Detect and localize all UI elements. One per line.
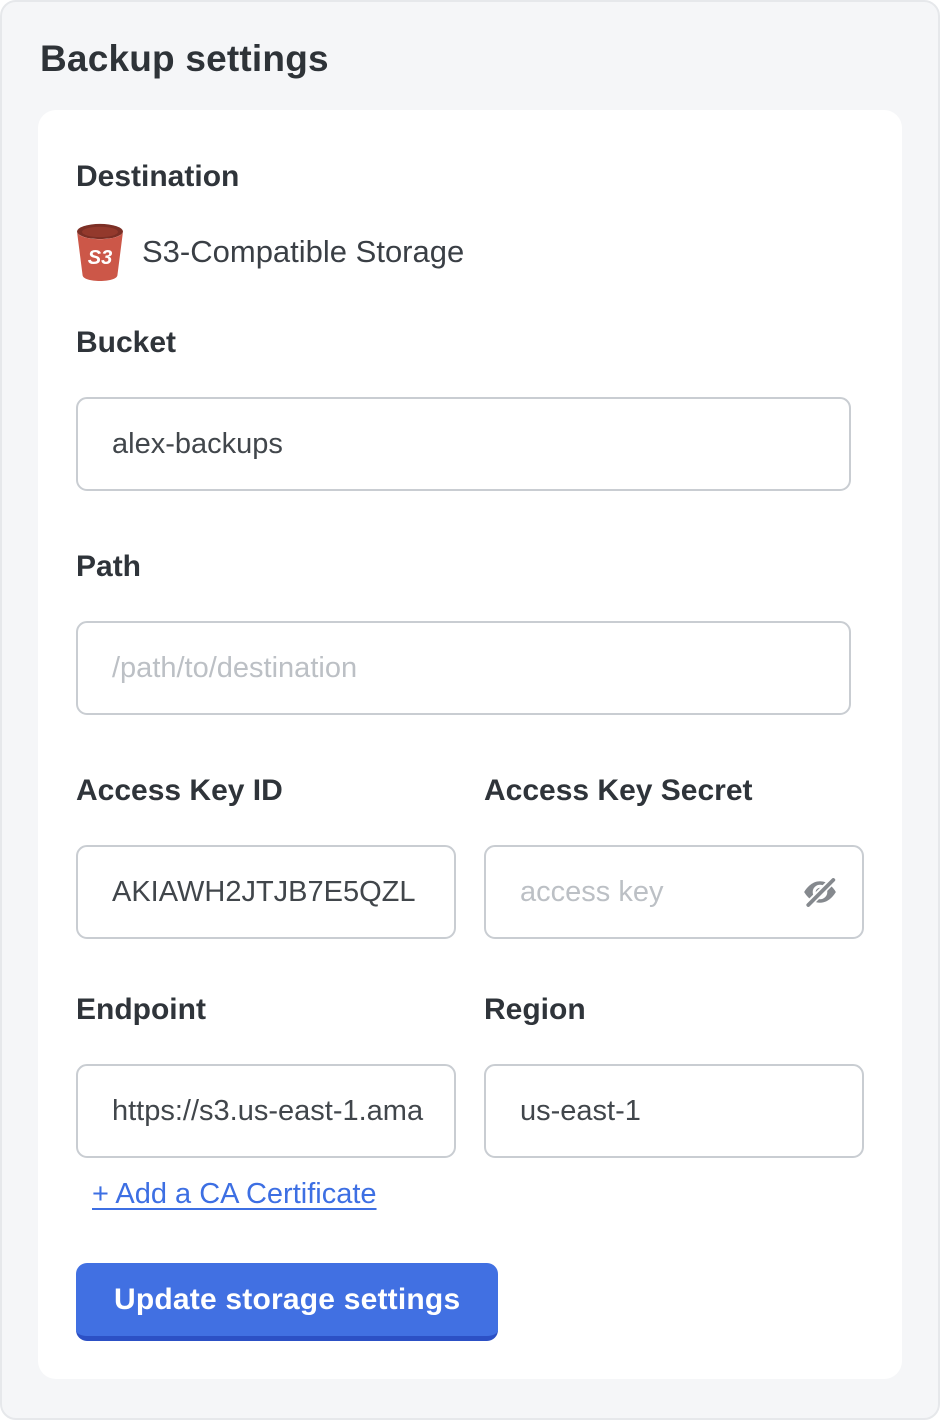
endpoint-region-row: Endpoint Region xyxy=(76,991,862,1158)
path-label: Path xyxy=(76,548,862,586)
access-key-id-input[interactable] xyxy=(76,845,456,939)
add-ca-certificate-link[interactable]: + Add a CA Certificate xyxy=(92,1178,377,1211)
destination-row: S3 S3-Compatible Storage xyxy=(76,222,862,282)
access-key-id-group: Access Key ID xyxy=(76,772,456,939)
eye-off-icon xyxy=(801,873,839,911)
endpoint-input[interactable] xyxy=(76,1064,456,1158)
page-title: Backup settings xyxy=(40,38,902,80)
bucket-field-group: Bucket xyxy=(76,324,862,491)
access-key-secret-wrap xyxy=(484,845,864,939)
access-key-secret-label: Access Key Secret xyxy=(484,772,864,810)
destination-label: Destination xyxy=(76,158,862,196)
backup-settings-page: Backup settings Destination S3 S3-Compat… xyxy=(0,0,940,1420)
region-input[interactable] xyxy=(484,1064,864,1158)
access-key-secret-group: Access Key Secret xyxy=(484,772,864,939)
access-keys-row: Access Key ID Access Key Secret xyxy=(76,772,862,939)
endpoint-group: Endpoint xyxy=(76,991,456,1158)
backup-settings-card: Destination S3 S3-Compatible Storage Buc… xyxy=(38,110,902,1379)
access-key-id-label: Access Key ID xyxy=(76,772,456,810)
path-field-group: Path xyxy=(76,548,862,715)
update-storage-settings-button[interactable]: Update storage settings xyxy=(76,1263,498,1341)
region-label: Region xyxy=(484,991,864,1029)
svg-text:S3: S3 xyxy=(88,247,112,269)
bucket-input[interactable] xyxy=(76,397,851,491)
path-input[interactable] xyxy=(76,621,851,715)
destination-value: S3-Compatible Storage xyxy=(142,234,464,270)
endpoint-label: Endpoint xyxy=(76,991,456,1029)
region-group: Region xyxy=(484,991,864,1158)
s3-bucket-icon: S3 xyxy=(76,222,124,282)
toggle-secret-visibility-button[interactable] xyxy=(798,870,842,914)
bucket-label: Bucket xyxy=(76,324,862,362)
